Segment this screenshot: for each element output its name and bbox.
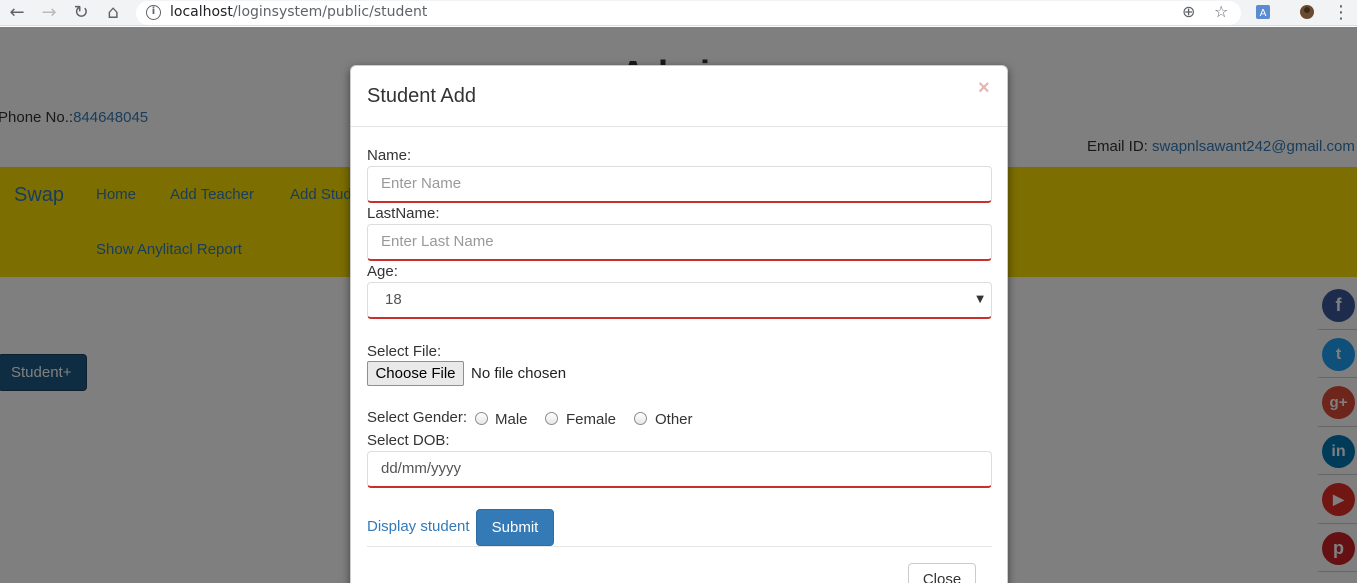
dob-label: Select DOB: — [367, 432, 450, 449]
reload-icon[interactable]: ↻ — [70, 2, 92, 24]
age-select[interactable]: 18 ▼ — [367, 282, 992, 319]
forward-icon[interactable]: → — [38, 2, 60, 24]
browser-toolbar: ← → ↻ ⌂ i localhost/loginsystem/public/s… — [0, 0, 1357, 26]
name-input[interactable]: Enter Name — [367, 166, 992, 203]
gender-label: Select Gender: — [367, 409, 468, 426]
gender-female-label[interactable]: Female — [566, 411, 616, 428]
modal-header: Student Add × — [351, 66, 1007, 127]
gender-female-radio[interactable] — [545, 412, 558, 425]
zoom-icon[interactable]: ⊕ — [1182, 2, 1195, 21]
close-button[interactable]: Close — [908, 563, 976, 583]
address-bar[interactable]: i localhost/loginsystem/public/student ⊕… — [136, 1, 1241, 25]
back-icon[interactable]: ← — [6, 2, 28, 24]
gender-other-radio[interactable] — [634, 412, 647, 425]
display-student-link[interactable]: Display student — [367, 518, 470, 535]
file-status: No file chosen — [471, 365, 567, 382]
gender-male-label[interactable]: Male — [495, 411, 528, 428]
info-icon[interactable]: i — [146, 5, 161, 20]
url-text[interactable]: localhost/loginsystem/public/student — [170, 4, 427, 20]
lastname-label: LastName: — [367, 205, 440, 222]
dob-input[interactable]: dd/mm/yyyy — [367, 451, 992, 488]
divider — [367, 546, 992, 547]
modal-title: Student Add — [367, 85, 476, 107]
student-add-modal: Student Add × Name: Enter Name LastName:… — [350, 65, 1008, 583]
lastname-input[interactable]: Enter Last Name — [367, 224, 992, 261]
svg-text:A: A — [1260, 8, 1267, 19]
profile-avatar-icon[interactable] — [1299, 4, 1315, 20]
bookmark-star-icon[interactable]: ☆ — [1214, 2, 1228, 21]
home-icon[interactable]: ⌂ — [102, 2, 124, 24]
dropdown-arrow-icon: ▼ — [976, 294, 984, 305]
close-icon[interactable]: × — [978, 77, 990, 100]
gender-other-label[interactable]: Other — [655, 411, 693, 428]
choose-file-button[interactable]: Choose File — [367, 361, 464, 386]
extension-icon[interactable]: A — [1255, 4, 1271, 20]
gender-male-radio[interactable] — [475, 412, 488, 425]
name-label: Name: — [367, 147, 412, 164]
age-label: Age: — [367, 263, 398, 280]
submit-button[interactable]: Submit — [476, 509, 554, 546]
file-label: Select File: — [367, 343, 442, 360]
menu-kebab-icon[interactable]: ⋮ — [1330, 2, 1352, 24]
